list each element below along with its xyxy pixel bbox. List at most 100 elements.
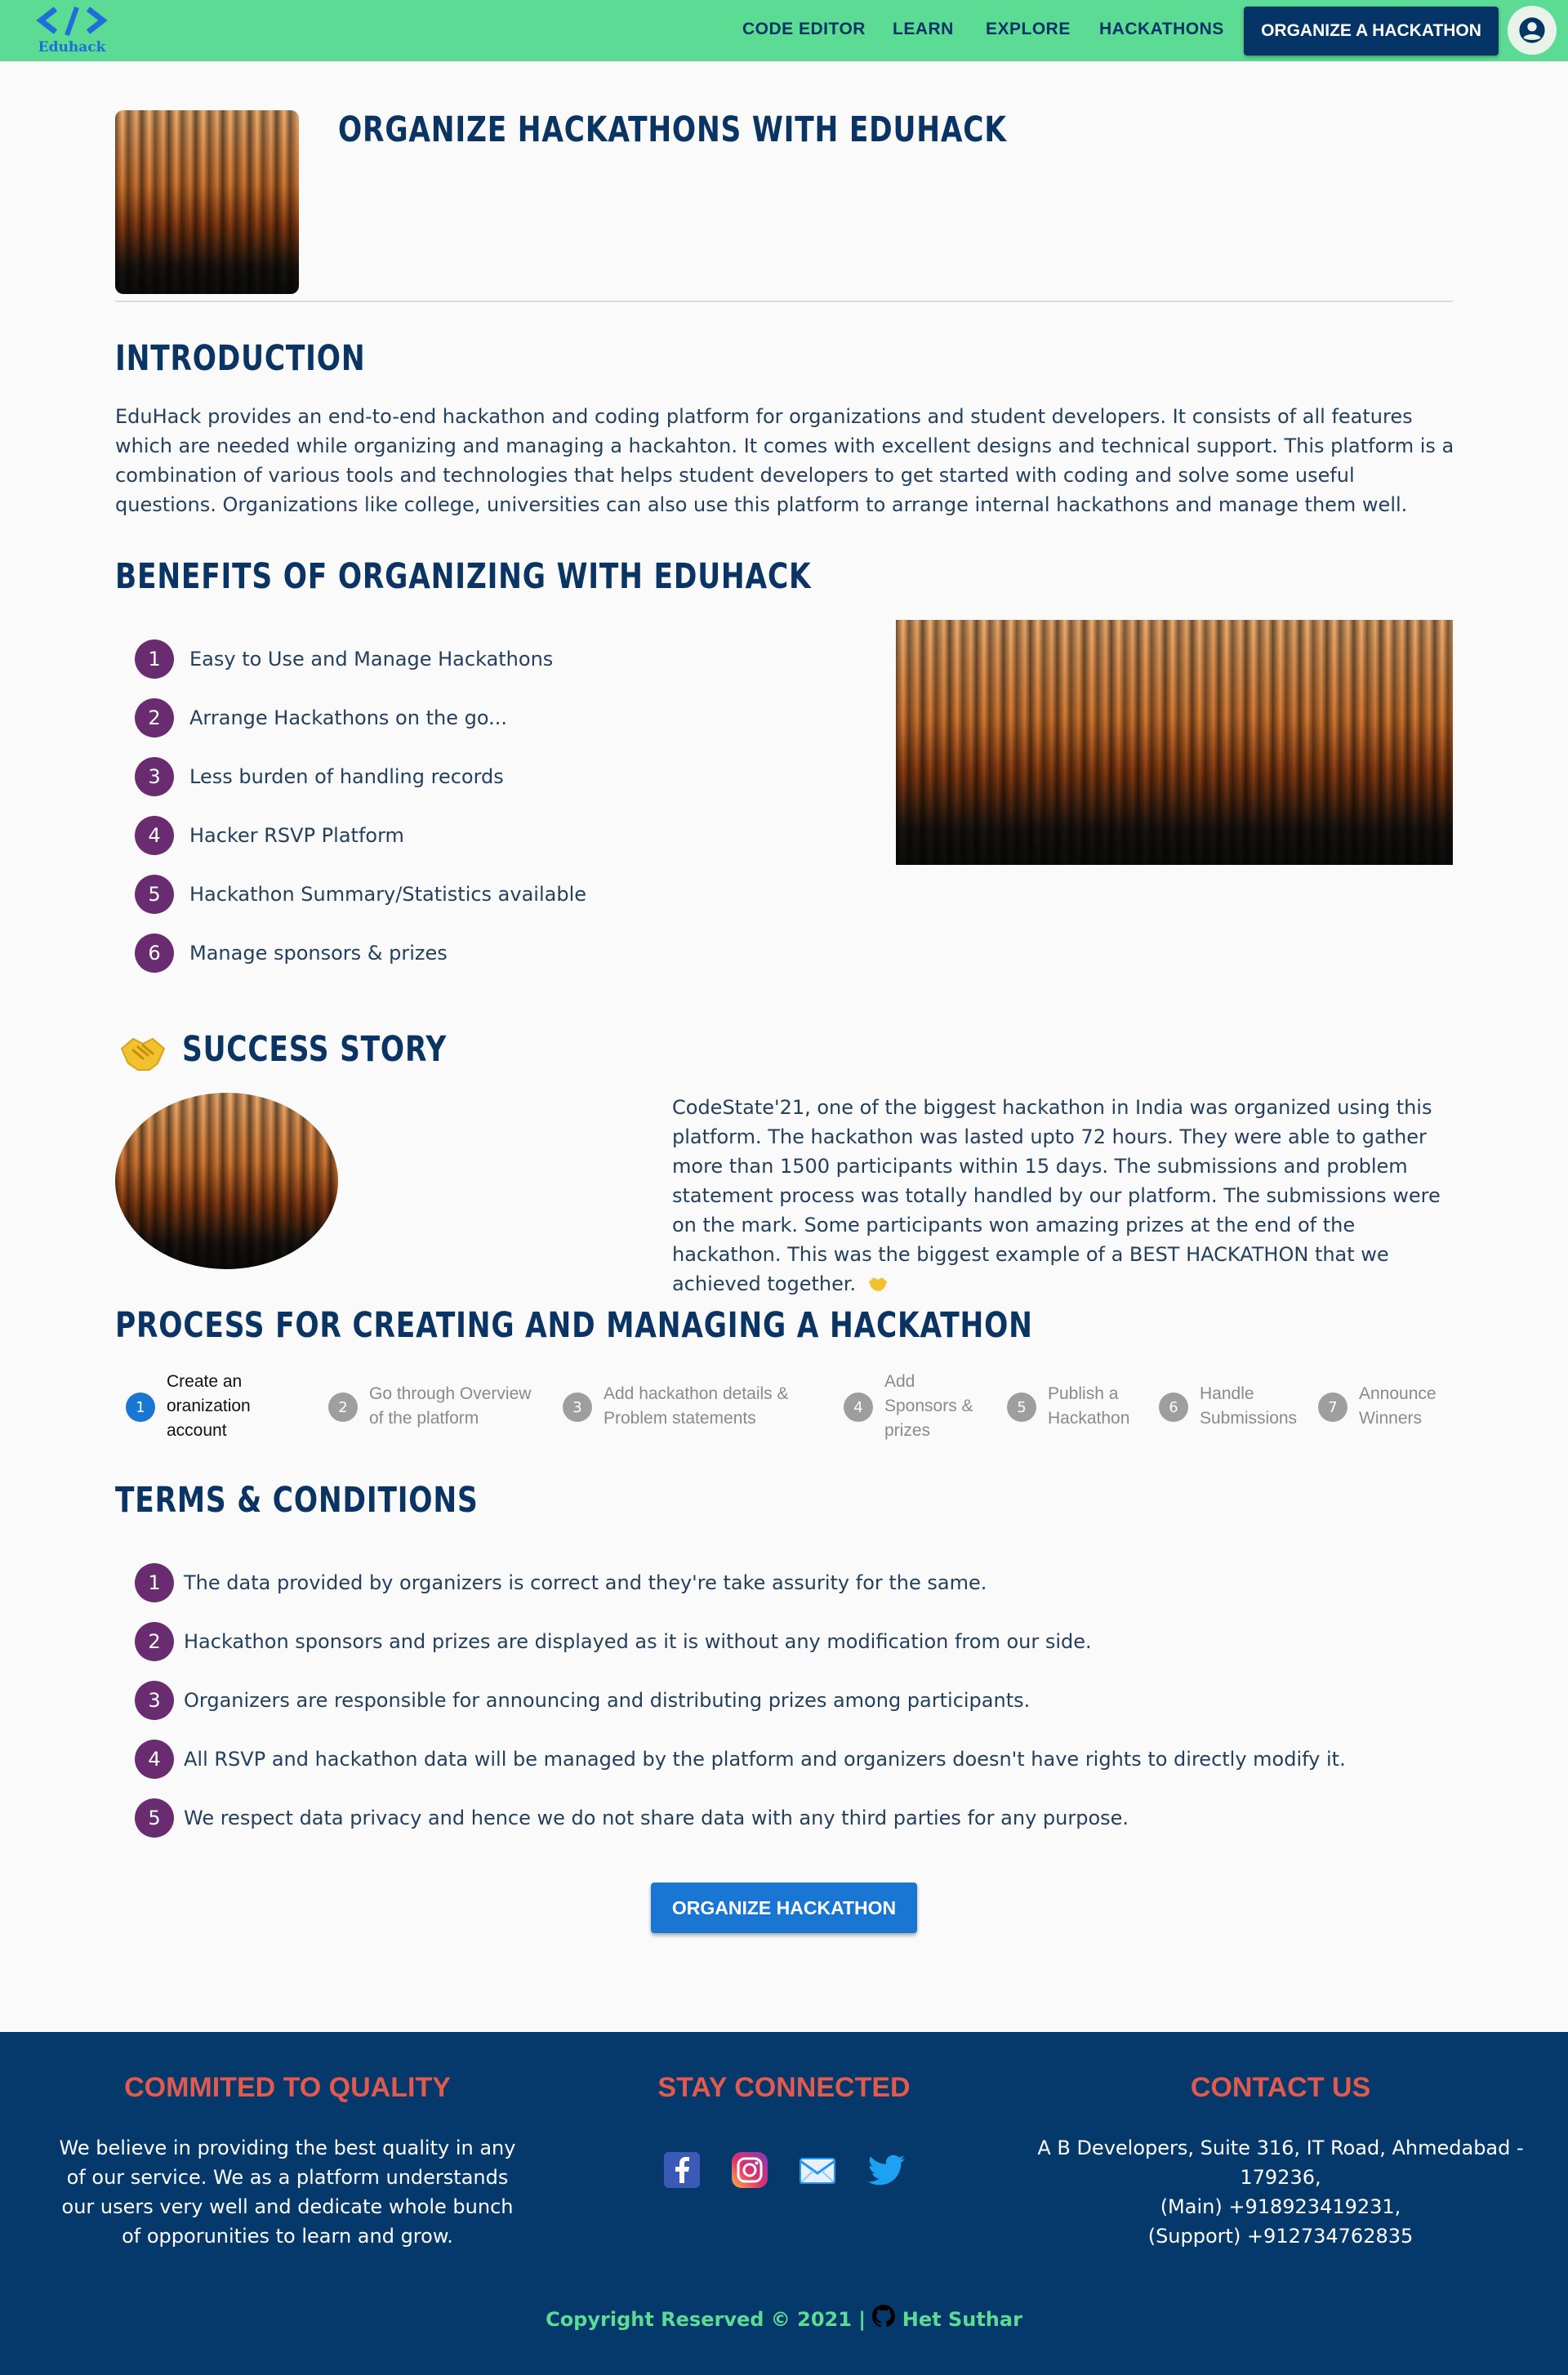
- success-story-body: CodeState'21, one of the biggest hackath…: [672, 1096, 1441, 1295]
- term-item: 1 The data provided by organizers is cor…: [135, 1563, 987, 1602]
- step-label: Go through Overview of the platform: [369, 1382, 531, 1431]
- term-text: We respect data privacy and hence we do …: [184, 1807, 1129, 1829]
- number-badge: 3: [135, 1681, 174, 1720]
- benefit-item: 2 Arrange Hackathons on the go...: [135, 698, 507, 737]
- step-label-line: Winners: [1359, 1409, 1423, 1428]
- nav-learn[interactable]: LEARN: [893, 20, 954, 39]
- number-badge: 1: [135, 639, 174, 679]
- benefit-text: Arrange Hackathons on the go...: [189, 706, 507, 729]
- eduhack-logo[interactable]: Eduhack: [34, 4, 109, 58]
- twitter-icon[interactable]: [866, 2150, 906, 2190]
- step-label: Publish a Hackathon: [1048, 1382, 1129, 1431]
- step-number: 2: [328, 1392, 358, 1422]
- contact-support-phone: (Support) +912734762835: [1147, 2225, 1414, 2248]
- author-link[interactable]: Het Suthar: [902, 2308, 1022, 2331]
- number-badge: 5: [135, 1798, 174, 1838]
- step-2[interactable]: 2 Go through Overview of the platform: [328, 1382, 531, 1431]
- quality-text: We believe in providing the best quality…: [59, 2137, 516, 2248]
- benefit-text: Hackathon Summary/Statistics available: [189, 883, 587, 906]
- nav-code-editor[interactable]: CODE EDITOR: [742, 20, 866, 39]
- step-label-line: of the platform: [369, 1409, 479, 1428]
- nav-hackathons[interactable]: HACKATHONS: [1099, 20, 1224, 39]
- number-badge: 2: [135, 1622, 174, 1661]
- terms-heading: TERMS & CONDITIONS: [115, 1480, 479, 1521]
- step-number: 7: [1318, 1392, 1348, 1422]
- step-5[interactable]: 5 Publish a Hackathon: [1007, 1382, 1129, 1431]
- step-6[interactable]: 6 Handle Submissions: [1159, 1382, 1297, 1431]
- benefit-text: Manage sponsors & prizes: [189, 942, 448, 965]
- term-text: The data provided by organizers is corre…: [184, 1571, 987, 1594]
- success-story-text: CodeState'21, one of the biggest hackath…: [672, 1093, 1456, 1299]
- step-label-line: Hackathon: [1048, 1409, 1130, 1428]
- step-label-line: Problem statements: [604, 1409, 756, 1428]
- success-story-heading: SUCCESS STORY: [182, 1029, 448, 1070]
- term-item: 3 Organizers are responsible for announc…: [135, 1681, 1030, 1720]
- number-badge: 5: [135, 875, 174, 914]
- organize-hackathon-button[interactable]: ORGANIZE HACKATHON: [651, 1883, 917, 1933]
- benefits-image: [896, 620, 1453, 865]
- step-number: 4: [844, 1392, 873, 1422]
- process-heading: PROCESS FOR CREATING AND MANAGING A HACK…: [115, 1305, 1033, 1346]
- step-number: 6: [1159, 1392, 1188, 1422]
- step-label-line: oranization: [167, 1397, 251, 1415]
- step-label: Add hackathon details & Problem statemen…: [604, 1382, 789, 1431]
- number-badge: 4: [135, 1740, 174, 1779]
- account-circle-icon: [1519, 17, 1545, 43]
- mail-icon[interactable]: [798, 2150, 837, 2190]
- navbar: Eduhack CODE EDITOR LEARN EXPLORE HACKAT…: [0, 0, 1568, 61]
- stay-connected-heading: STAY CONNECTED: [657, 2072, 911, 2103]
- benefit-item: 5 Hackathon Summary/Statistics available: [135, 875, 586, 914]
- hero-image: [115, 110, 299, 294]
- term-text: Hackathon sponsors and prizes are displa…: [184, 1630, 1092, 1653]
- handshake-icon: [868, 1277, 887, 1291]
- hero-divider: [115, 301, 1453, 302]
- step-3[interactable]: 3 Add hackathon details & Problem statem…: [563, 1382, 789, 1431]
- facebook-icon[interactable]: [662, 2150, 702, 2190]
- step-label-line: Add: [884, 1372, 915, 1391]
- step-number: 3: [563, 1392, 592, 1422]
- step-1[interactable]: 1 Create an oranization account: [126, 1370, 251, 1443]
- step-label-line: account: [167, 1421, 227, 1440]
- number-badge: 1: [135, 1563, 174, 1602]
- step-number: 1: [126, 1392, 155, 1422]
- benefit-text: Easy to Use and Manage Hackathons: [189, 648, 554, 671]
- step-label-line: Handle: [1200, 1384, 1254, 1403]
- account-avatar[interactable]: [1508, 6, 1557, 55]
- introduction-heading: INTRODUCTION: [115, 338, 366, 379]
- step-label-line: Go through Overview: [369, 1384, 532, 1403]
- github-icon[interactable]: [872, 2305, 896, 2328]
- quality-heading: COMMITED TO QUALITY: [124, 2072, 451, 2103]
- benefit-item: 6 Manage sponsors & prizes: [135, 934, 448, 973]
- page-title: ORGANIZE HACKATHONS WITH EDUHACK: [338, 109, 1007, 150]
- number-badge: 2: [135, 698, 174, 737]
- copyright-text: Copyright Reserved © 2021 |: [546, 2308, 866, 2331]
- term-text: Organizers are responsible for announcin…: [184, 1689, 1031, 1712]
- benefit-item: 4 Hacker RSVP Platform: [135, 816, 404, 855]
- instagram-icon[interactable]: [730, 2150, 769, 2190]
- step-label-line: Add hackathon details &: [604, 1384, 789, 1403]
- benefit-item: 3 Less burden of handling records: [135, 757, 504, 796]
- benefits-heading: BENEFITS OF ORGANIZING WITH EDUHACK: [115, 556, 812, 597]
- organize-hackathon-nav-button[interactable]: ORGANIZE A HACKATHON: [1244, 7, 1499, 56]
- contact-heading: CONTACT US: [1190, 2072, 1371, 2103]
- step-4[interactable]: 4 Add Sponsors & prizes: [844, 1370, 973, 1443]
- step-7[interactable]: 7 Announce Winners: [1318, 1382, 1437, 1431]
- term-item: 5 We respect data privacy and hence we d…: [135, 1798, 1129, 1838]
- copyright-line: Copyright Reserved © 2021 | Het Suthar: [0, 2305, 1568, 2331]
- nav-explore[interactable]: EXPLORE: [986, 20, 1071, 39]
- contact-details: A B Developers, Suite 316, IT Road, Ahme…: [1036, 2133, 1526, 2251]
- number-badge: 4: [135, 816, 174, 855]
- code-icon: [36, 7, 108, 36]
- number-badge: 3: [135, 757, 174, 796]
- handshake-icon: [118, 1031, 167, 1076]
- step-label: Handle Submissions: [1200, 1382, 1297, 1431]
- logo-text: Eduhack: [38, 39, 106, 56]
- step-label-line: Submissions: [1200, 1409, 1298, 1428]
- step-label-line: Announce: [1359, 1384, 1437, 1403]
- benefit-text: Less burden of handling records: [189, 765, 504, 788]
- benefit-text: Hacker RSVP Platform: [189, 824, 404, 847]
- step-label: Announce Winners: [1359, 1382, 1437, 1431]
- introduction-text: EduHack provides an end-to-end hackathon…: [115, 405, 1454, 516]
- contact-main-phone: (Main) +918923419231,: [1160, 2195, 1401, 2218]
- term-item: 2 Hackathon sponsors and prizes are disp…: [135, 1622, 1092, 1661]
